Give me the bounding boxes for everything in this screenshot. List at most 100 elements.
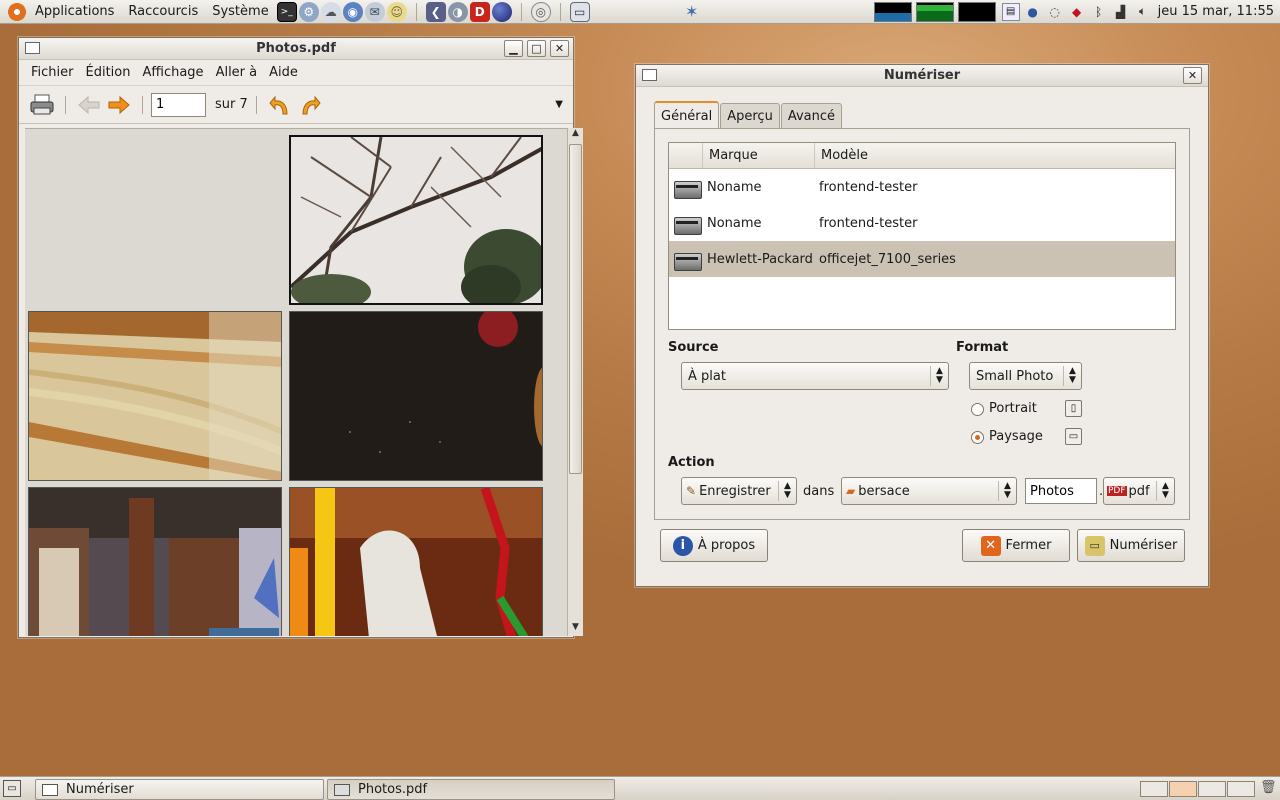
document-view[interactable] — [25, 128, 567, 636]
bluetooth-icon[interactable]: ᛒ — [1090, 3, 1108, 21]
cpu-monitor-icon[interactable] — [873, 1, 912, 22]
menu-edition[interactable]: Édition — [80, 65, 137, 80]
column-header-modele[interactable]: Modèle — [815, 143, 1175, 168]
messenger-icon[interactable]: ☺ — [386, 1, 407, 22]
scroll-down-icon[interactable]: ▼ — [568, 622, 583, 636]
photo-room — [28, 487, 282, 636]
maximize-button[interactable]: □ — [527, 40, 546, 57]
combo-arrows-icon: ▲ ▼ — [1156, 481, 1174, 501]
about-button[interactable]: i À propos — [660, 529, 768, 562]
network-icon[interactable]: ⚙ — [298, 1, 319, 22]
window-menu-icon[interactable] — [642, 69, 657, 81]
format-combo[interactable]: Small Photo ▲ ▼ — [969, 362, 1082, 390]
wifi-tray-icon[interactable]: ◌ — [1046, 3, 1064, 21]
task-numeriser[interactable]: Numériser — [35, 779, 324, 800]
landscape-radio[interactable] — [971, 431, 984, 444]
device-row[interactable]: Noname frontend-tester — [669, 169, 1175, 205]
next-page-icon[interactable] — [104, 90, 134, 120]
calendar-icon[interactable]: ▤ — [1001, 2, 1020, 21]
terminal-icon[interactable]: >_ — [276, 1, 297, 22]
dans-label: dans — [803, 484, 835, 499]
menu-affichage[interactable]: Affichage — [136, 65, 209, 80]
page-number-input[interactable] — [151, 92, 206, 117]
workspace-1[interactable] — [1140, 781, 1168, 797]
photos-toolbar: sur 7 ▼ — [19, 86, 573, 124]
device-row-selected[interactable]: Hewlett-Packard officejet_7100_series — [669, 241, 1175, 277]
globe-tray-icon[interactable]: ● — [1024, 3, 1042, 21]
combo-arrows-icon: ▲ ▼ — [1063, 366, 1081, 386]
device-list[interactable]: Marque Modèle Noname frontend-tester Non… — [668, 142, 1176, 330]
mail-icon[interactable]: ✉ — [364, 1, 385, 22]
show-desktop-icon[interactable]: ▭ — [3, 780, 21, 797]
scroll-up-icon[interactable]: ▲ — [568, 128, 583, 142]
scan-button[interactable]: ▭ Numériser — [1077, 529, 1185, 562]
window-icon — [42, 783, 58, 796]
workspace-3[interactable] — [1198, 781, 1226, 797]
device-brand: Noname — [707, 179, 762, 195]
close-button-label: Fermer — [1005, 538, 1052, 553]
star-icon[interactable]: ✶ — [682, 2, 702, 22]
photos-titlebar[interactable]: Photos.pdf ▁ □ ✕ — [19, 38, 573, 60]
menu-applications[interactable]: Applications — [28, 4, 121, 19]
browser-icon[interactable]: ◉ — [342, 1, 363, 22]
scrollbar-thumb[interactable] — [569, 144, 582, 474]
scan-titlebar[interactable]: Numériser ✕ — [636, 65, 1208, 87]
close-button[interactable]: ✕ — [550, 40, 569, 57]
ubuntu-logo-icon[interactable] — [6, 0, 28, 23]
menu-systeme[interactable]: Système — [205, 4, 275, 19]
page-total-label: sur 7 — [215, 97, 248, 112]
previous-page-icon[interactable] — [74, 90, 104, 120]
menu-raccourcis[interactable]: Raccourcis — [121, 4, 205, 19]
portrait-label[interactable]: Portrait — [989, 401, 1037, 416]
network-monitor-icon[interactable] — [957, 1, 996, 22]
toolbar-overflow-icon[interactable]: ▼ — [555, 99, 563, 110]
minimize-button[interactable]: ▁ — [504, 40, 523, 57]
column-header-marque[interactable]: Marque — [703, 143, 815, 168]
menu-aide[interactable]: Aide — [263, 65, 304, 80]
menu-aller-a[interactable]: Aller à — [210, 65, 264, 80]
volume-icon[interactable]: 🔈︎ — [1134, 3, 1152, 21]
cd-icon[interactable]: ◎ — [530, 1, 551, 22]
task-label: Numériser — [66, 782, 134, 797]
signal-icon[interactable]: ▟ — [1112, 3, 1130, 21]
presentation-icon[interactable]: ◑ — [447, 1, 468, 22]
tab-avance[interactable]: Avancé — [780, 103, 843, 129]
close-button[interactable]: ✕ — [1183, 67, 1202, 84]
device-row[interactable]: Noname frontend-tester — [669, 205, 1175, 241]
monitor-icon[interactable]: ▭ — [569, 1, 590, 22]
landscape-label[interactable]: Paysage — [989, 429, 1043, 444]
d-app-icon[interactable]: D — [469, 1, 490, 22]
memory-monitor-icon[interactable] — [915, 1, 954, 22]
print-icon[interactable] — [27, 90, 57, 120]
weather-icon[interactable]: ☁ — [320, 1, 341, 22]
bookmarks-icon[interactable]: ❮ — [425, 1, 446, 22]
menu-fichier[interactable]: Fichier — [25, 65, 80, 80]
device-model: frontend-tester — [819, 179, 918, 195]
source-combo[interactable]: À plat ▲ ▼ — [681, 362, 949, 390]
bottom-panel: ▭ Numériser Photos.pdf 🗑︎ — [0, 776, 1280, 800]
globe-icon[interactable] — [491, 1, 512, 22]
task-photos-pdf[interactable]: Photos.pdf — [327, 779, 615, 800]
clock[interactable]: jeu 15 mar, 11:55 — [1158, 4, 1274, 19]
icon-column-header[interactable] — [669, 143, 703, 168]
portrait-radio[interactable] — [971, 403, 984, 416]
tab-apercu[interactable]: Aperçu — [720, 103, 780, 129]
extension-combo[interactable]: PDF pdf ▲ ▼ — [1103, 477, 1175, 505]
action-combo[interactable]: ✎ Enregistrer ▲ ▼ — [681, 477, 797, 505]
document-scrollbar[interactable]: ▲ ▼ — [567, 128, 583, 636]
tab-general[interactable]: Général — [654, 101, 720, 129]
close-dialog-button[interactable]: ✕ Fermer — [962, 529, 1070, 562]
landscape-icon: ▭ — [1065, 428, 1082, 445]
folder-combo[interactable]: ▰ bersace ▲ ▼ — [841, 477, 1017, 505]
rotate-right-icon[interactable] — [295, 90, 325, 120]
filename-input[interactable] — [1025, 478, 1097, 504]
trash-icon[interactable]: 🗑︎ — [1260, 780, 1277, 795]
ruby-icon[interactable]: ◆ — [1068, 3, 1086, 21]
toolbar-separator — [142, 95, 143, 114]
workspace-2[interactable] — [1169, 781, 1197, 797]
rotate-left-icon[interactable] — [265, 90, 295, 120]
window-menu-icon[interactable] — [25, 42, 40, 54]
workspace-4[interactable] — [1227, 781, 1255, 797]
photo-toy — [289, 487, 543, 636]
scanner-button-icon: ▭ — [1084, 535, 1105, 556]
